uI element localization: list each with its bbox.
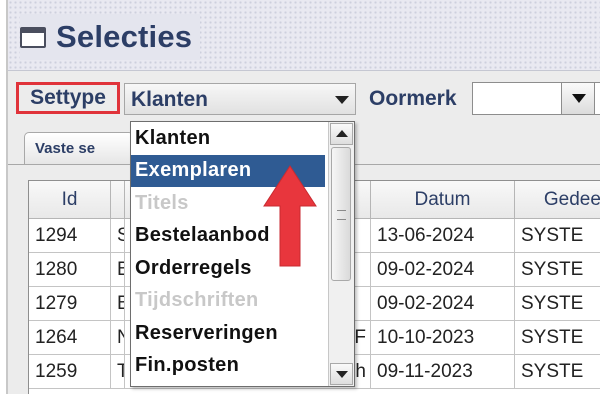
table-cell: SYSTE bbox=[515, 355, 600, 389]
column-header[interactable]: Gedeel bbox=[515, 181, 600, 219]
selecties-window: Selecties Settype Klanten Oormerk Vaste … bbox=[6, 0, 600, 394]
scroll-thumb[interactable] bbox=[331, 147, 351, 281]
settype-label: Settype bbox=[16, 82, 120, 114]
title-bar: Selecties bbox=[8, 0, 600, 71]
settype-value: Klanten bbox=[131, 88, 209, 111]
settype-combobox[interactable]: Klanten bbox=[124, 83, 356, 115]
table-cell: 10-10-2023 bbox=[371, 321, 515, 355]
table-cell: 09-02-2024 bbox=[371, 253, 515, 287]
table-cell: S bbox=[111, 219, 125, 253]
table-cell: 1280 bbox=[29, 253, 111, 287]
table-cell: 1259 bbox=[29, 355, 111, 389]
table-cell: T bbox=[111, 355, 125, 389]
dropdown-scrollbar[interactable] bbox=[328, 122, 354, 386]
tab-vaste-sets[interactable]: Vaste se bbox=[24, 132, 134, 164]
scroll-up-icon[interactable] bbox=[330, 123, 353, 145]
column-header[interactable] bbox=[111, 181, 125, 219]
table-cell: 1279 bbox=[29, 287, 111, 321]
table-cell: 09-11-2023 bbox=[371, 355, 515, 389]
settype-dropdown-list[interactable]: Fin.posten Reserveringen Tijdschriften Orde… bbox=[130, 121, 355, 387]
oormerk-combobox[interactable] bbox=[472, 82, 600, 115]
table-cell: SYSTE bbox=[515, 219, 600, 253]
filter-toolbar: Settype Klanten Oormerk bbox=[8, 71, 600, 127]
table-cell: B bbox=[111, 253, 125, 287]
scroll-down-icon[interactable] bbox=[330, 363, 353, 385]
tab-label: Vaste se bbox=[35, 140, 96, 157]
table-cell: N bbox=[111, 321, 125, 355]
table-cell: 09-02-2024 bbox=[371, 287, 515, 321]
dropdown-item[interactable]: Fin.posten bbox=[131, 350, 325, 382]
dropdown-item[interactable]: Reserveringen bbox=[131, 317, 325, 349]
window-icon bbox=[20, 26, 46, 48]
chevron-down-icon[interactable] bbox=[335, 96, 349, 104]
table-cell: 1264 bbox=[29, 321, 111, 355]
title-group: Selecties bbox=[20, 14, 201, 60]
table-cell: SYSTE bbox=[515, 321, 600, 355]
column-header[interactable]: Id bbox=[29, 181, 111, 219]
table-cell: SYSTE bbox=[515, 287, 600, 321]
table-cell: 1294 bbox=[29, 219, 111, 253]
oormerk-dropdown-button[interactable] bbox=[561, 82, 595, 115]
table-cell: B bbox=[111, 287, 125, 321]
dropdown-item: Tijdschriften bbox=[135, 289, 259, 311]
dropdown-item[interactable]: Klanten bbox=[131, 122, 325, 154]
table-cell: 13-06-2024 bbox=[371, 219, 515, 253]
page-title: Selecties bbox=[56, 19, 193, 54]
column-header[interactable]: Datum bbox=[371, 181, 515, 219]
table-cell: SYSTE bbox=[515, 253, 600, 287]
annotation-arrow-icon bbox=[263, 165, 317, 267]
oormerk-label: Oormerk bbox=[369, 87, 457, 110]
